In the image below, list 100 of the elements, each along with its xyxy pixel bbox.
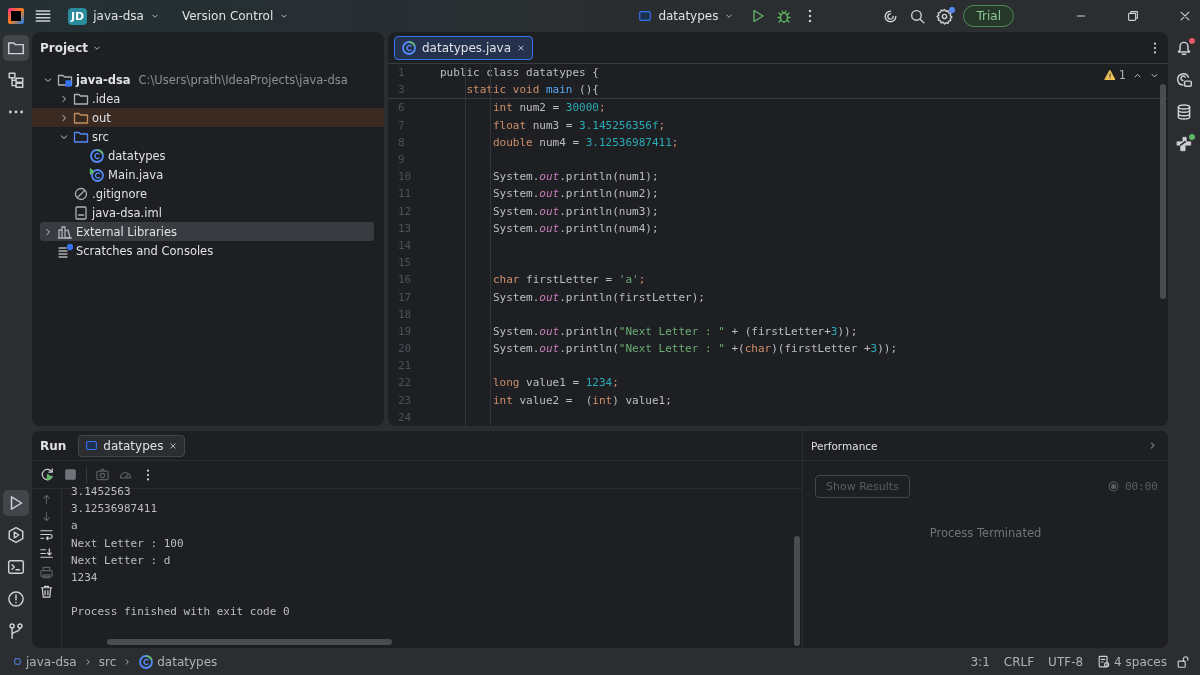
rerun-icon[interactable] [40,467,55,482]
tree-label: Main.java [108,167,164,182]
chevron-down-icon [149,11,160,21]
app-logo-icon[interactable] [8,8,24,24]
chevron-down-icon[interactable] [92,43,103,53]
class-icon[interactable] [138,653,155,670]
code-line: char firstLetter = 'a'; [491,273,646,287]
breadcrumb[interactable]: java-dsa [10,654,79,669]
library-icon[interactable] [57,223,73,240]
camera-icon[interactable] [95,467,110,482]
restore-icon[interactable] [1126,9,1140,23]
tree-label: .gitignore [92,186,148,201]
trial-button[interactable]: Trial [963,5,1014,27]
status-item[interactable]: 3:1 [965,654,995,669]
chevron-down-icon [724,11,735,21]
tree-row[interactable]: Scratches and Consoles [32,241,384,260]
panel-title[interactable]: Project [40,41,89,55]
scrollbar[interactable] [1160,84,1166,299]
status-item[interactable]: 4 spaces [1092,654,1172,669]
window-icon [638,9,653,23]
console-output: Process finished with exit code 0 [71,605,290,619]
status-message: Process Terminated [929,526,1042,540]
code-line: static void main (){ [465,83,599,97]
scroll-to-end-icon[interactable] [39,546,54,561]
console-output: 3.12536987411 [71,502,158,516]
code-line: int num2 = 30000; [491,101,606,115]
tree-label: out [92,110,111,125]
vcs-menu[interactable]: Version Control [175,6,296,26]
code-line: double num4 = 3.12536987411; [491,135,679,149]
tree-label: .idea [92,91,121,106]
run-tab[interactable]: datatypes [78,434,186,457]
tree-row[interactable]: Main.java [32,165,384,184]
code-line: int value2 = (int) value1; [491,393,672,407]
code-line: System.out.println(num4); [491,221,659,235]
panel-title: Performance [811,439,878,452]
close-icon[interactable] [1178,9,1192,23]
record-icon [1106,480,1120,493]
console-output: 1234 [71,570,98,584]
indent-icon [1097,654,1112,669]
tree-row[interactable]: out [32,108,384,127]
tree-label: java-dsa [76,72,131,87]
module-icon [12,656,23,667]
code-line: public class datatypes { [439,66,599,80]
warning-count[interactable]: 1 [1103,68,1126,82]
tree-row[interactable]: datatypes [32,146,384,165]
class-icon[interactable] [401,39,417,56]
code-line: System.out.println(num3); [491,204,659,218]
arrow-up-icon[interactable] [40,493,53,506]
timer: 00:00 [1124,480,1158,493]
debug-icon[interactable] [776,8,793,24]
window-icon [85,439,99,452]
search-icon[interactable] [909,7,927,25]
arrow-down-icon[interactable] [40,510,53,523]
tree-label: java-dsa.iml [92,205,162,220]
code-line: System.out.println(firstLetter); [491,290,705,304]
editor-tab[interactable]: datatypes.java [394,35,534,60]
tree-label: External Libraries [76,224,178,239]
tree-row[interactable]: src [32,127,384,146]
menu-icon[interactable] [34,7,52,25]
tree-label: src [92,129,109,144]
tree-row[interactable]: .gitignore [32,184,384,203]
tree-row[interactable]: .idea [32,89,384,108]
close-icon[interactable] [168,440,179,451]
code-line: System.out.println(num2); [491,187,659,201]
chevron-down-icon [279,11,290,21]
code-line: System.out.println(num1); [491,170,659,184]
tree-row-selected[interactable]: External Libraries [40,222,374,241]
stop-icon[interactable] [63,467,78,482]
code-line: float num3 = 3.145256356f; [491,118,666,132]
class-icon[interactable] [89,166,105,183]
file-icon[interactable] [73,204,89,221]
settings-icon[interactable] [936,7,954,25]
run-config-selector[interactable]: datatypes [632,6,741,26]
ignore-file-icon[interactable] [73,185,89,202]
tree-label: Scratches and Consoles [76,243,214,258]
console-output: Next Letter : d [71,553,171,567]
console-output: Next Letter : 100 [71,536,184,550]
code-line: System.out.println("Next Letter : " +(char)(firstLetter +3)); [491,342,897,356]
project-path: C:\Users\prath\IdeaProjects\java-dsa [138,72,348,87]
breadcrumb[interactable]: datatypes [136,653,220,670]
close-icon[interactable] [516,42,527,53]
soft-wrap-icon[interactable] [39,527,54,542]
panel-title: Run [40,438,67,453]
scratches-icon[interactable] [57,242,73,259]
tree-label: datatypes [108,148,166,163]
status-item[interactable]: UTF-8 [1043,654,1089,669]
tree-row[interactable]: java-dsa C:\Users\prath\IdeaProjects\java-dsa [32,70,384,89]
breadcrumb[interactable]: src [96,654,119,669]
console-output: a [71,519,78,533]
project-selector[interactable]: JD java-dsa [62,4,166,28]
class-icon[interactable] [89,147,105,164]
scrollbar[interactable] [794,536,800,646]
code-line: long value1 = 1234; [491,376,619,390]
warning-icon [1103,69,1116,81]
tree-row[interactable]: java-dsa.iml [32,203,384,222]
scrollbar[interactable] [107,639,392,645]
status-item[interactable]: CRLF [998,654,1040,669]
trash-icon[interactable] [39,584,54,599]
lock-icon[interactable] [1176,654,1190,669]
notification-dot [949,6,956,13]
